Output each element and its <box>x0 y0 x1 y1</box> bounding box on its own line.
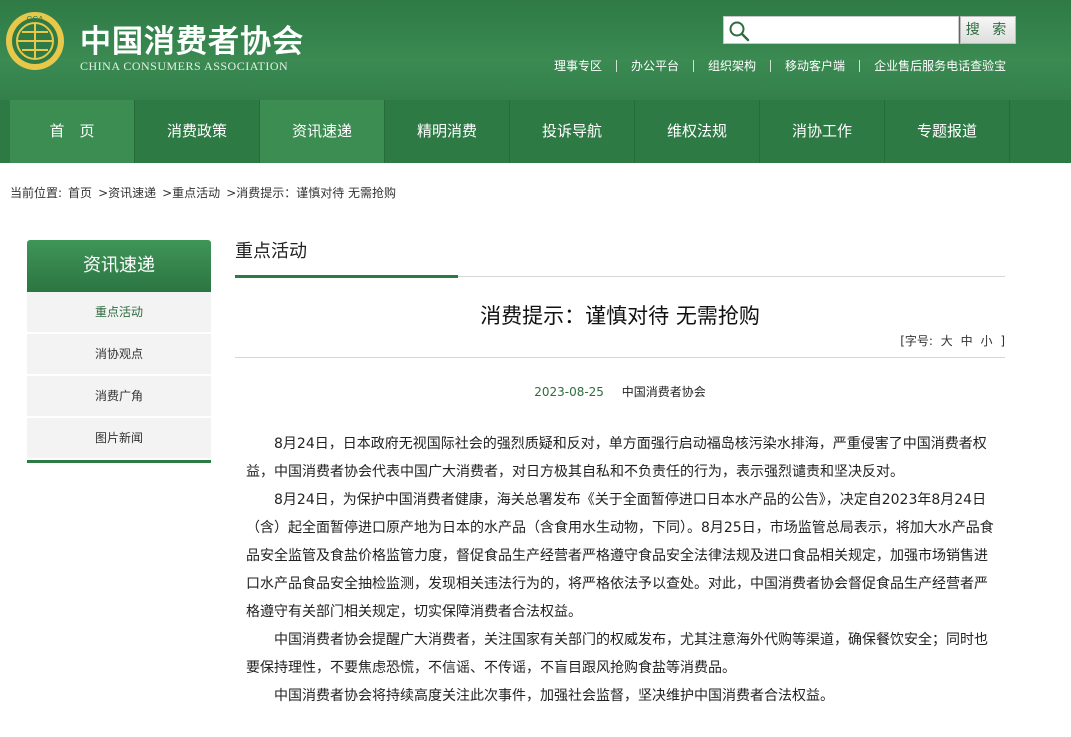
logo-title[interactable]: 中国消费者协会 <box>80 16 304 61</box>
font-size-medium[interactable]: 中 <box>961 334 973 348</box>
font-size-suffix: ] <box>1000 334 1005 348</box>
article-meta: 2023-08-25 中国消费者协会 <box>235 383 1005 400</box>
search-input[interactable] <box>723 16 959 44</box>
top-links: 理事专区 办公平台 组织架构 移动客户端 企业售后服务电话查验宝 <box>540 58 1020 74</box>
article-title: 消费提示：谨慎对待 无需抢购 <box>480 304 760 328</box>
font-size-switcher: [字号: 大 中 小 ] <box>896 332 1005 349</box>
breadcrumb-label: 当前位置: <box>10 186 63 200</box>
article-source: 中国消费者协会 <box>621 385 706 399</box>
nav-laws[interactable]: 维权法规 <box>635 100 760 163</box>
font-size-prefix: [字号: <box>900 334 933 348</box>
article-body: 8月24日，日本政府无视国际社会的强烈质疑和反对，单方面强行启动福岛核污染水排海… <box>246 430 994 710</box>
toplink-office[interactable]: 办公平台 <box>617 58 693 74</box>
breadcrumb-current: >消费提示：谨慎对待 无需抢购 <box>226 186 397 200</box>
sidebar-item-views[interactable]: 消协观点 <box>27 334 211 376</box>
article-paragraph: 中国消费者协会提醒广大消费者，关注国家有关部门的权威发布，尤其注意海外代购等渠道… <box>246 632 988 676</box>
svg-text:CCA: CCA <box>27 15 45 24</box>
section-title: 重点活动 <box>235 241 307 262</box>
article-paragraph: 中国消费者协会将持续高度关注此次事件，加强社会监督，坚决维护中国消费者合法权益。 <box>274 688 834 704</box>
article-date: 2023-08-25 <box>534 385 604 399</box>
article-paragraph: 8月24日，为保护中国消费者健康，海关总署发布《关于全面暂停进口日本水产品的公告… <box>246 492 994 620</box>
search-icon <box>729 21 750 42</box>
nav-policy[interactable]: 消费政策 <box>135 100 260 163</box>
nav-complaint[interactable]: 投诉导航 <box>510 100 635 163</box>
sidebar-item-key-activities[interactable]: 重点活动 <box>27 292 211 334</box>
toplink-mobile[interactable]: 移动客户端 <box>771 58 859 74</box>
sidebar: 资讯速递 重点活动 消协观点 消费广角 图片新闻 <box>27 240 211 463</box>
nav-smart-consume[interactable]: 精明消费 <box>385 100 510 163</box>
logo-subtitle: CHINA CONSUMERS ASSOCIATION <box>80 59 289 73</box>
sidebar-item-consumer-angle[interactable]: 消费广角 <box>27 376 211 418</box>
main-content: 重点活动 消费提示：谨慎对待 无需抢购 [字号: 大 中 小 ] 2023-08… <box>235 240 1005 399</box>
nav-association-work[interactable]: 消协工作 <box>760 100 885 163</box>
nav-news[interactable]: 资讯速递 <box>260 100 385 163</box>
breadcrumb-activities[interactable]: >重点活动 <box>162 184 220 201</box>
sidebar-item-photo-news[interactable]: 图片新闻 <box>27 418 211 460</box>
section-underline <box>235 275 458 278</box>
toplink-structure[interactable]: 组织架构 <box>694 58 770 74</box>
sidebar-title: 资讯速递 <box>27 240 211 292</box>
article-paragraph: 8月24日，日本政府无视国际社会的强烈质疑和反对，单方面强行启动福岛核污染水排海… <box>246 436 987 480</box>
sidebar-footer-bar <box>27 460 211 463</box>
main-nav: 首 页 消费政策 资讯速递 精明消费 投诉导航 维权法规 消协工作 专题报道 <box>0 100 1071 163</box>
toplink-council[interactable]: 理事专区 <box>540 58 616 74</box>
site-header: CCA 中国消费者协会 CHINA CONSUMERS ASSOCIATION … <box>0 0 1071 100</box>
breadcrumb: 当前位置: 首页 >资讯速递 >重点活动 >消费提示：谨慎对待 无需抢购 <box>10 184 402 201</box>
cca-logo-icon[interactable]: CCA <box>4 10 66 72</box>
nav-special-reports[interactable]: 专题报道 <box>885 100 1010 163</box>
font-size-large[interactable]: 大 <box>941 334 953 348</box>
search-button[interactable]: 搜 索 <box>960 16 1016 44</box>
toplink-hotline[interactable]: 企业售后服务电话查验宝 <box>860 58 1020 74</box>
breadcrumb-news[interactable]: >资讯速递 <box>98 184 156 201</box>
font-size-small[interactable]: 小 <box>980 334 992 348</box>
nav-home[interactable]: 首 页 <box>10 100 135 163</box>
divider <box>235 357 1005 358</box>
breadcrumb-home[interactable]: 首页 <box>68 184 92 201</box>
